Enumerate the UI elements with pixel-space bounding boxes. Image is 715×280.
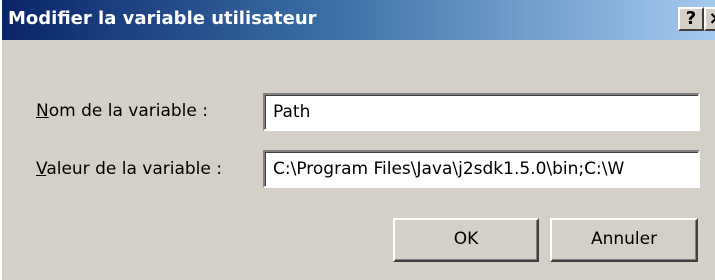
variable-value-label-text: aleur de la variable : bbox=[46, 159, 222, 179]
title-bar[interactable]: Modifier la variable utilisateur ? × bbox=[2, 0, 715, 40]
variable-name-label: Nom de la variable : bbox=[36, 101, 208, 121]
help-button[interactable]: ? bbox=[678, 7, 704, 31]
dialog-title: Modifier la variable utilisateur bbox=[8, 8, 317, 29]
variable-name-input[interactable]: Path bbox=[263, 93, 700, 131]
variable-value-mnemonic: V bbox=[36, 159, 47, 179]
variable-name-label-text: om de la variable : bbox=[48, 101, 208, 121]
cancel-button[interactable]: Annuler bbox=[550, 218, 698, 262]
help-icon: ? bbox=[685, 8, 697, 29]
close-button[interactable]: × bbox=[704, 7, 715, 31]
variable-value-input[interactable]: C:\Program Files\Java\j2sdk1.5.0\bin;C:\… bbox=[263, 150, 700, 188]
variable-value-label: Valeur de la variable : bbox=[36, 159, 222, 179]
close-icon: × bbox=[708, 8, 715, 29]
variable-name-mnemonic: N bbox=[36, 101, 49, 121]
edit-user-variable-dialog: Modifier la variable utilisateur ? × Nom… bbox=[0, 0, 715, 280]
ok-button[interactable]: OK bbox=[393, 218, 539, 262]
